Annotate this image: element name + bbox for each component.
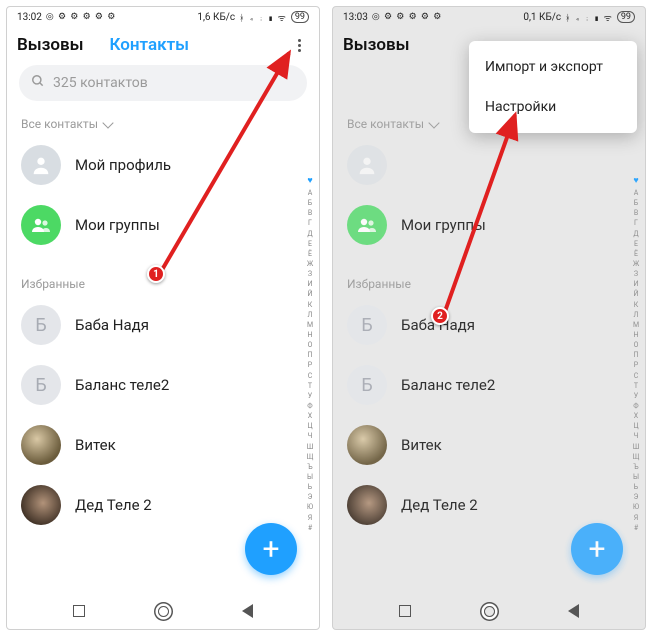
menu-import-export[interactable]: Импорт и экспорт <box>469 47 637 87</box>
contact-avatar: Б <box>347 365 387 405</box>
contact-row[interactable]: Б Баба Надя <box>7 295 319 355</box>
tab-calls[interactable]: Вызовы <box>17 35 84 55</box>
contact-name: Дед Теле 2 <box>401 496 478 514</box>
tab-calls[interactable]: Вызовы <box>343 35 410 55</box>
search-input[interactable]: 325 контактов <box>19 65 307 101</box>
status-battery: 99 <box>291 11 309 23</box>
contact-row[interactable]: Б Баба Надя <box>333 295 645 355</box>
search-icon <box>31 74 45 92</box>
contact-name: Дед Теле 2 <box>75 496 152 514</box>
status-signal-icons: ᚼ ◃ ⋮ ▮ ᯤ <box>565 11 613 24</box>
favorites-section-label: Избранные <box>333 269 645 295</box>
add-contact-fab[interactable]: + <box>571 523 623 575</box>
search-placeholder: 325 контактов <box>53 75 148 91</box>
groups-avatar-icon <box>21 205 61 245</box>
status-bar: 13:03 ◎ ⚙ ⚙ ⚙ ⚙ ⚙ 0,1 КБ/с ᚼ ◃ ⋮ ▮ ᯤ 99 <box>333 7 645 27</box>
phone-screenshot-2: 13:03 ◎ ⚙ ⚙ ⚙ ⚙ ⚙ 0,1 КБ/с ᚼ ◃ ⋮ ▮ ᯤ 99 … <box>332 6 646 630</box>
options-popup-menu: Импорт и экспорт Настройки <box>469 41 637 133</box>
contact-avatar: Б <box>21 305 61 345</box>
plus-icon: + <box>588 532 605 567</box>
chevron-down-icon <box>428 117 439 128</box>
nav-home-icon[interactable] <box>158 606 169 617</box>
plus-icon: + <box>262 532 279 567</box>
nav-back-icon[interactable] <box>242 604 253 618</box>
add-contact-fab[interactable]: + <box>245 523 297 575</box>
more-options-icon[interactable] <box>289 35 309 55</box>
nav-back-icon[interactable] <box>568 604 579 618</box>
my-groups-item[interactable]: Мои группы <box>7 195 319 255</box>
my-groups-item[interactable]: Мои группы <box>333 195 645 255</box>
android-nav-bar <box>333 593 645 629</box>
contact-name: Витек <box>401 436 442 454</box>
contact-name: Баланс теле2 <box>75 376 169 394</box>
contact-name: Баба Надя <box>401 316 475 334</box>
status-signal-icons: ᚼ ◃ ⋮ ▮ ᯤ <box>239 11 287 24</box>
contact-row[interactable]: Витек <box>7 415 319 475</box>
android-nav-bar <box>7 593 319 629</box>
contact-avatar <box>347 425 387 465</box>
favorites-section-label: Избранные <box>7 269 319 295</box>
my-profile-item[interactable] <box>333 135 645 195</box>
all-contacts-dropdown[interactable]: Все контакты <box>7 109 319 135</box>
nav-recent-icon[interactable] <box>73 605 85 617</box>
tab-contacts[interactable]: Контакты <box>110 35 190 55</box>
my-groups-label: Мои группы <box>401 216 486 234</box>
menu-settings[interactable]: Настройки <box>469 87 637 127</box>
status-notification-icons: ◎ ⚙ ⚙ ⚙ ⚙ ⚙ <box>372 12 442 22</box>
contact-name: Баба Надя <box>75 316 149 334</box>
nav-recent-icon[interactable] <box>399 605 411 617</box>
contact-row[interactable]: Б Баланс теле2 <box>333 355 645 415</box>
status-net-speed: 1,6 КБ/с <box>197 12 235 23</box>
contact-row[interactable]: Б Баланс теле2 <box>7 355 319 415</box>
contact-avatar: Б <box>21 365 61 405</box>
contact-name: Баланс теле2 <box>401 376 495 394</box>
status-notification-icons: ◎ ⚙ ⚙ ⚙ ⚙ ⚙ <box>46 12 116 22</box>
status-battery: 99 <box>617 11 635 23</box>
profile-avatar-icon <box>347 145 387 185</box>
phone-screenshot-1: 13:02 ◎ ⚙ ⚙ ⚙ ⚙ ⚙ 1,6 КБ/с ᚼ ◃ ⋮ ▮ ᯤ 99 … <box>6 6 320 630</box>
tab-bar: Вызовы Контакты <box>7 27 319 65</box>
status-time: 13:03 <box>343 12 368 23</box>
status-time: 13:02 <box>17 12 42 23</box>
contact-avatar: Б <box>347 305 387 345</box>
chevron-down-icon <box>102 117 113 128</box>
my-profile-label: Мой профиль <box>75 156 171 174</box>
contact-avatar <box>347 485 387 525</box>
profile-avatar-icon <box>21 145 61 185</box>
my-profile-item[interactable]: Мой профиль <box>7 135 319 195</box>
contact-name: Витек <box>75 436 116 454</box>
status-net-speed: 0,1 КБ/с <box>523 12 561 23</box>
my-groups-label: Мои группы <box>75 216 160 234</box>
contact-avatar <box>21 485 61 525</box>
groups-avatar-icon <box>347 205 387 245</box>
contact-row[interactable]: Витек <box>333 415 645 475</box>
status-bar: 13:02 ◎ ⚙ ⚙ ⚙ ⚙ ⚙ 1,6 КБ/с ᚼ ◃ ⋮ ▮ ᯤ 99 <box>7 7 319 27</box>
contact-avatar <box>21 425 61 465</box>
nav-home-icon[interactable] <box>484 606 495 617</box>
